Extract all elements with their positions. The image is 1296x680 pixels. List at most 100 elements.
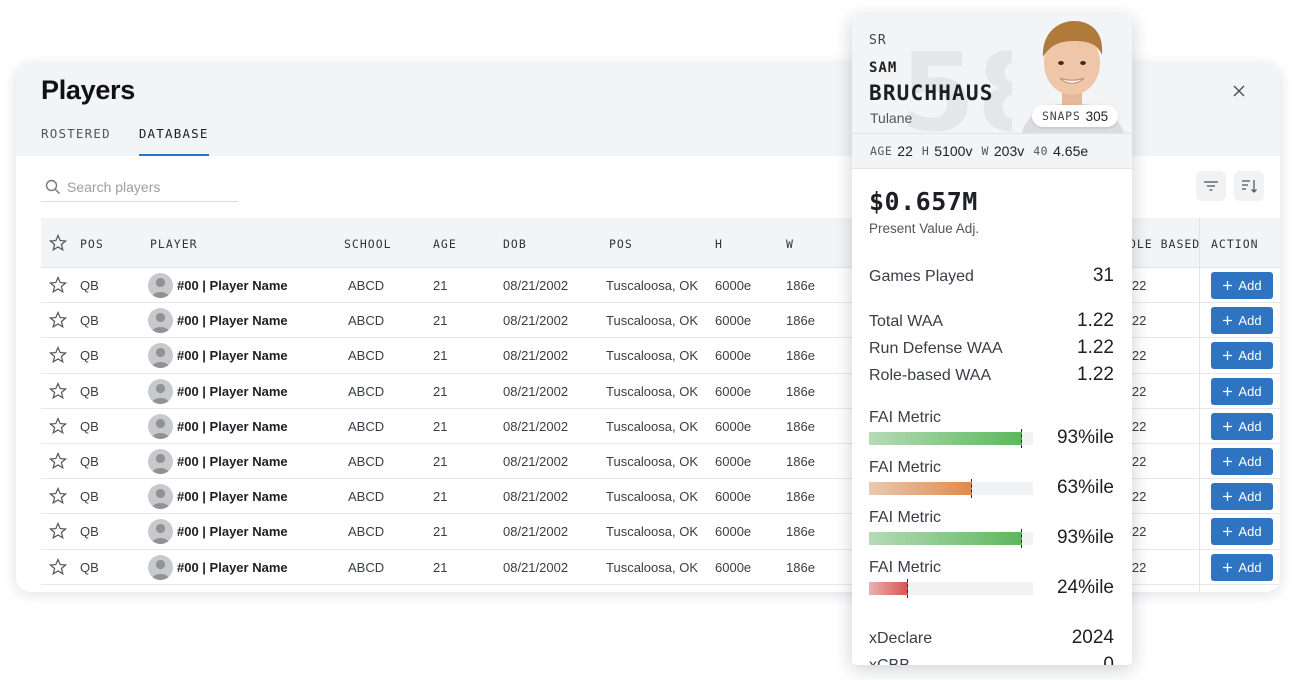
cell-weight: 186e [786, 453, 815, 469]
plus-icon [1223, 386, 1233, 396]
cell-age: 21 [433, 524, 448, 540]
add-button-label: Add [1238, 418, 1262, 434]
col-weight[interactable]: W [786, 237, 794, 251]
cell-player-name[interactable]: #00 | Player Name [177, 560, 288, 575]
star-icon[interactable] [49, 311, 67, 329]
add-button[interactable]: Add [1211, 447, 1273, 475]
total-waa-label: Total WAA [869, 313, 944, 330]
close-icon[interactable] [1228, 80, 1250, 102]
cell-pos: QB [80, 383, 99, 399]
fai-metric-row: FAI Metric 93%ile [869, 509, 1114, 555]
add-button[interactable]: Add [1211, 412, 1273, 440]
cell-age: 21 [433, 559, 448, 575]
cell-age: 21 [433, 453, 448, 469]
plus-icon [1223, 562, 1233, 572]
cell-school: ABCD [348, 453, 385, 469]
plus-icon [1223, 421, 1233, 431]
cell-player-name[interactable]: #00 | Player Name [177, 454, 288, 469]
add-button-label: Add [1238, 348, 1262, 364]
add-button[interactable]: Add [1211, 483, 1273, 511]
cell-pos: QB [80, 453, 99, 469]
col-pos-2[interactable]: POS [609, 237, 633, 251]
cell-player-name[interactable]: #00 | Player Name [177, 524, 288, 539]
col-player[interactable]: PLAYER [150, 237, 198, 251]
star-icon[interactable] [49, 522, 67, 540]
metric-track [869, 579, 1033, 598]
cell-height: 6000e [715, 383, 752, 399]
add-button-label: Add [1238, 453, 1262, 469]
star-icon[interactable] [49, 487, 67, 505]
sort-icon [1242, 180, 1257, 193]
xcbb-row: xCBB 0 [869, 654, 1114, 665]
cell-height: 6000e [715, 453, 752, 469]
cell-player-name[interactable]: #00 | Player Name [177, 278, 288, 293]
plus-icon [1223, 281, 1233, 290]
snaps-badge: SNAPS 305 [1032, 105, 1119, 127]
star-icon[interactable] [49, 557, 67, 576]
xdeclare-value: 2024 [1071, 627, 1114, 648]
cell-age: 21 [433, 383, 448, 399]
star-icon[interactable] [49, 234, 67, 252]
tab-rostered[interactable]: ROSTERED [41, 126, 111, 156]
cell-weight: 186e [786, 418, 815, 434]
metric-fill [869, 432, 1022, 445]
cell-dob: 08/21/2002 [503, 278, 569, 293]
cell-hometown: Tuscaloosa, OK [606, 348, 699, 364]
add-button[interactable]: Add [1211, 342, 1273, 370]
col-dob[interactable]: DOB [503, 237, 527, 251]
cell-age: 21 [433, 313, 448, 329]
action-column-divider [1199, 218, 1200, 592]
cell-player-name[interactable]: #00 | Player Name [177, 384, 288, 399]
cell-pos: QB [80, 489, 99, 505]
tab-database[interactable]: DATABASE [138, 126, 209, 156]
cell-dob: 08/21/2002 [503, 453, 569, 469]
xdeclare-label: xDeclare [869, 630, 933, 647]
cell-player-name[interactable]: #00 | Player Name [177, 489, 288, 504]
cell-hometown: Tuscaloosa, OK [606, 313, 699, 329]
total-waa-value: 1.22 [1077, 310, 1114, 331]
search-input[interactable] [67, 178, 227, 195]
col-height[interactable]: H [715, 237, 723, 251]
cell-height: 6000e [715, 418, 752, 434]
cell-school: ABCD [348, 418, 385, 434]
cell-hometown: Tuscaloosa, OK [606, 418, 699, 434]
star-icon[interactable] [49, 276, 67, 294]
cell-height: 6000e [715, 559, 752, 575]
xdeclare-row: xDeclare 2024 [869, 627, 1114, 649]
metric-label: FAI Metric [869, 409, 942, 426]
role-based-waa-label: Role-based WAA [869, 367, 992, 384]
cell-player-name[interactable]: #00 | Player Name [177, 313, 288, 328]
filter-button[interactable] [1196, 171, 1226, 201]
star-icon[interactable] [49, 416, 67, 435]
add-button-label: Add [1238, 278, 1262, 293]
role-based-waa-row: Role-based WAA 1.22 [869, 364, 1114, 386]
cell-hometown: Tuscaloosa, OK [606, 383, 699, 399]
player-card: 58 SR SAM BRUCHHAUS Tulane SNAPS 305 AGE… [852, 15, 1132, 665]
col-school[interactable]: SCHOOL [344, 237, 392, 251]
add-button[interactable]: Add [1211, 377, 1273, 405]
col-pos[interactable]: POS [80, 237, 104, 251]
cell-weight: 186e [786, 524, 815, 540]
cell-player-name[interactable]: #00 | Player Name [177, 419, 288, 434]
add-button[interactable]: Add [1211, 272, 1273, 299]
avatar-icon [148, 554, 173, 580]
cell-player-name[interactable]: #00 | Player Name [177, 348, 288, 363]
plus-icon [1223, 351, 1233, 361]
add-button[interactable]: Add [1211, 553, 1273, 581]
cell-pos: QB [80, 524, 99, 540]
cell-weight: 186e [786, 313, 815, 329]
star-icon[interactable] [49, 451, 67, 470]
star-icon[interactable] [49, 346, 67, 364]
col-age[interactable]: AGE [433, 237, 457, 251]
col-role-based[interactable]: ROLE BASED [1121, 237, 1200, 251]
star-icon[interactable] [49, 381, 67, 400]
snaps-value: 305 [1085, 108, 1109, 124]
search-icon [45, 179, 60, 194]
metric-fill [869, 582, 908, 595]
add-button[interactable]: Add [1211, 307, 1273, 335]
metric-value: 93%ile [1056, 427, 1114, 448]
add-button-label: Add [1238, 489, 1262, 505]
add-button[interactable]: Add [1211, 518, 1273, 546]
games-played-label: Games Played [869, 268, 974, 285]
sort-button[interactable] [1234, 171, 1264, 201]
